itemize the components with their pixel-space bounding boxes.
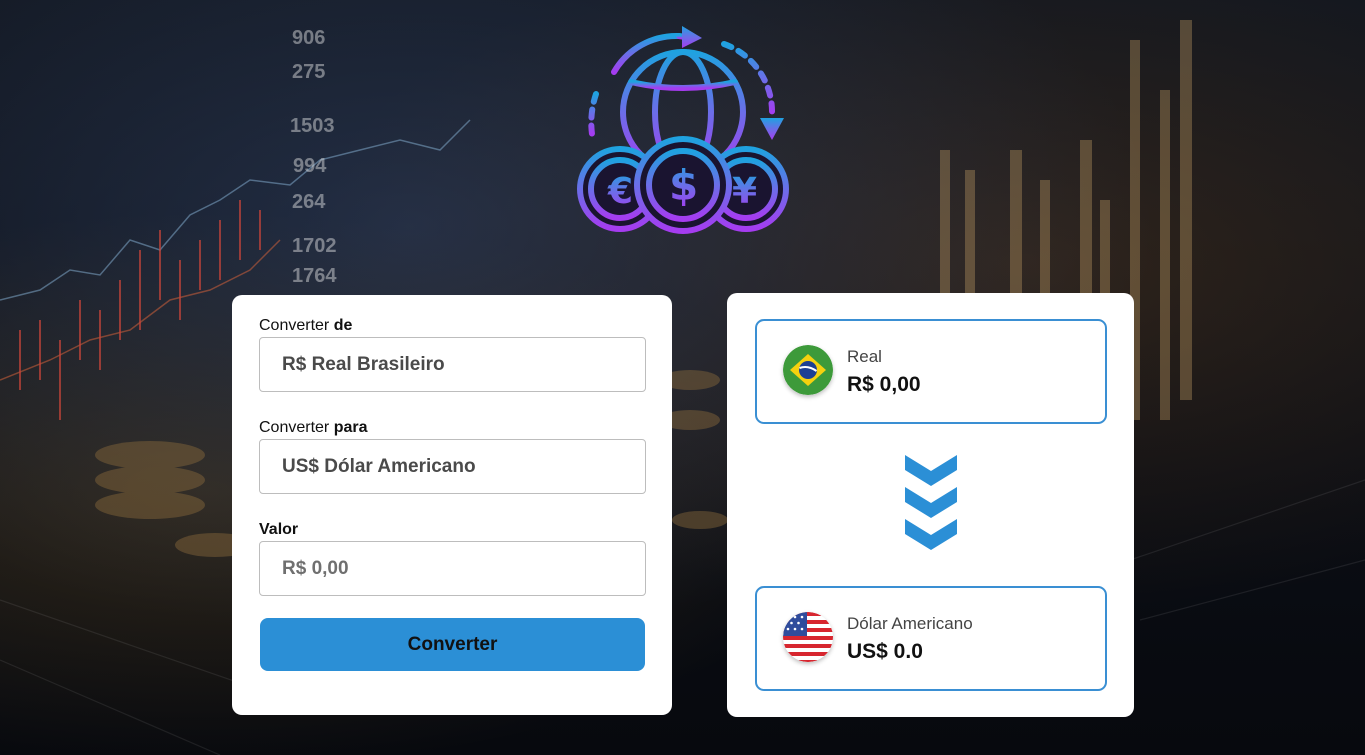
svg-text:275: 275 bbox=[292, 61, 325, 83]
to-currency-selected-value: US$ Dólar Americano bbox=[282, 455, 476, 477]
svg-text:906: 906 bbox=[292, 27, 325, 49]
to-currency-label: Converter para bbox=[259, 419, 368, 436]
brazil-flag-icon bbox=[783, 345, 833, 395]
to-currency-name: Dólar Americano bbox=[847, 614, 973, 633]
svg-text:$: $ bbox=[669, 161, 698, 210]
usa-flag-icon bbox=[783, 612, 833, 662]
svg-text:¥: ¥ bbox=[732, 171, 757, 212]
svg-text:1764: 1764 bbox=[292, 265, 337, 287]
svg-text:994: 994 bbox=[293, 155, 327, 177]
triple-chevron-down-icon bbox=[905, 455, 957, 550]
from-currency-name: Real bbox=[847, 347, 882, 366]
currency-exchange-logo-icon: € $ ¥ bbox=[577, 26, 789, 234]
from-currency-select[interactable]: R$ Real Brasileiro bbox=[259, 337, 646, 392]
to-currency-select[interactable]: US$ Dólar Americano bbox=[259, 439, 646, 494]
conversion-result-card: Real R$ 0,00 Dólar Americano US$ 0.0 bbox=[727, 293, 1134, 717]
to-currency-value: US$ 0.0 bbox=[847, 640, 923, 663]
from-currency-result-box: Real R$ 0,00 bbox=[755, 319, 1107, 424]
from-currency-selected-value: R$ Real Brasileiro bbox=[282, 353, 445, 375]
converter-form-card: Converter de R$ Real Brasileiro Converte… bbox=[232, 295, 672, 715]
to-currency-result-box: Dólar Americano US$ 0.0 bbox=[755, 586, 1107, 691]
from-currency-label: Converter de bbox=[259, 317, 353, 334]
value-input[interactable] bbox=[259, 541, 646, 596]
convert-button[interactable]: Converter bbox=[260, 618, 645, 671]
svg-text:264: 264 bbox=[292, 191, 326, 213]
svg-text:1503: 1503 bbox=[290, 115, 335, 137]
from-currency-value: R$ 0,00 bbox=[847, 373, 921, 396]
svg-text:€: € bbox=[607, 171, 633, 212]
svg-text:1702: 1702 bbox=[292, 235, 337, 257]
value-label: Valor bbox=[259, 521, 299, 538]
